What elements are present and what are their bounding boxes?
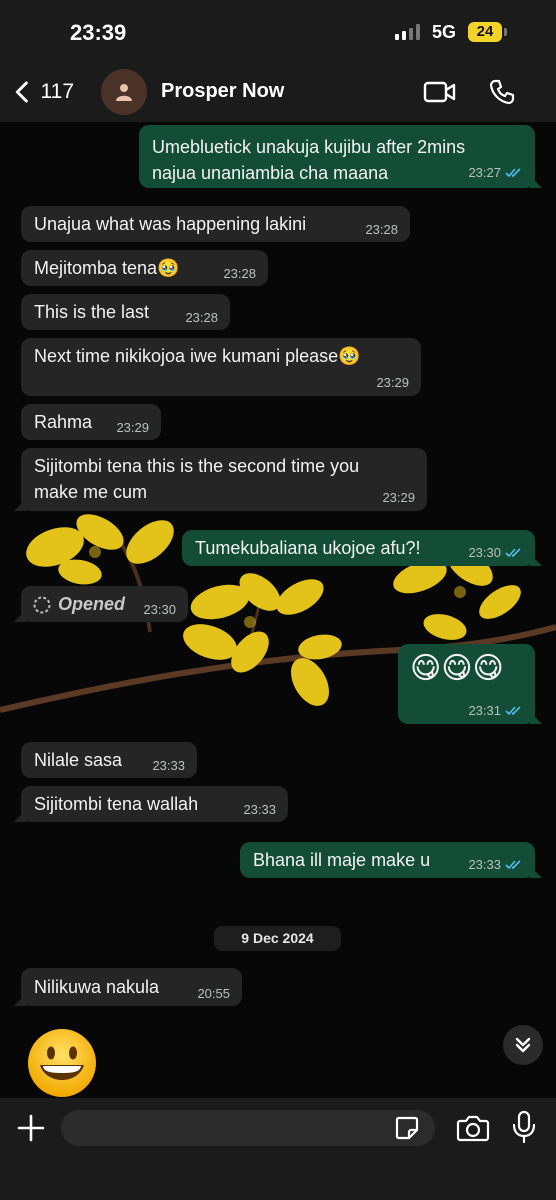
message-bubble-incoming[interactable]: Unajua what was happening lakini 23:28: [21, 206, 410, 242]
back-button[interactable]: 117: [14, 76, 74, 108]
camera-icon[interactable]: [456, 1112, 490, 1144]
message-text: Mejitomba tena🥹: [34, 258, 180, 278]
message-bubble-incoming[interactable]: This is the last 23:28: [21, 294, 230, 330]
date-separator: 9 Dec 2024: [214, 926, 341, 951]
message-text: Sijitombi tena wallah: [34, 794, 199, 814]
message-bubble-incoming[interactable]: Next time nikikojoa iwe kumani please🥹 2…: [21, 338, 421, 396]
message-time: 23:30: [468, 545, 501, 560]
composer-bar: [0, 1098, 556, 1200]
message-bubble-incoming[interactable]: Sijitombi tena this is the second time y…: [14, 448, 427, 511]
message-text: Nilale sasa: [34, 750, 123, 770]
message-text: Bhana ill maje make u: [253, 850, 431, 870]
voice-call-button[interactable]: [484, 75, 520, 109]
message-time: 23:29: [376, 375, 409, 390]
chat-area[interactable]: Umebluetick unakuja kujibu after 2mins n…: [0, 122, 556, 1098]
message-time: 23:33: [152, 758, 185, 773]
message-time: 23:28: [365, 222, 398, 237]
phone-icon: [489, 79, 515, 105]
person-icon: [116, 84, 132, 101]
microphone-icon[interactable]: [510, 1110, 538, 1144]
avatar[interactable]: [101, 69, 147, 115]
chat-header: 117 Prosper Now: [0, 62, 556, 122]
view-once-opened-bubble[interactable]: Opened 23:30: [14, 586, 188, 622]
message-bubble-incoming[interactable]: Nilale sasa 23:33: [21, 742, 197, 778]
battery-tip: [504, 28, 507, 36]
sticker-icon[interactable]: [394, 1115, 420, 1141]
grinning-face-emoji[interactable]: [26, 1027, 98, 1098]
message-bubble-incoming[interactable]: Nilikuwa nakula 20:55: [14, 968, 242, 1006]
message-time: 23:28: [185, 310, 218, 325]
message-time: 20:55: [197, 986, 230, 1001]
clock: 23:39: [70, 20, 127, 45]
video-call-button[interactable]: [422, 75, 458, 109]
message-text: This is the last: [34, 302, 150, 322]
message-line: make me cum: [34, 482, 148, 502]
message-time: 23:33: [468, 857, 501, 872]
message-bubble-outgoing[interactable]: Umebluetick unakuja kujibu after 2mins n…: [139, 125, 542, 188]
scroll-to-bottom-button[interactable]: [503, 1025, 543, 1065]
message-line: Umebluetick unakuja kujibu after 2mins: [152, 137, 466, 157]
message-text: Rahma: [34, 412, 93, 432]
unread-chat-count: 117: [40, 80, 74, 103]
read-ticks-icon: [505, 548, 521, 558]
video-call-icon: [423, 81, 456, 103]
message-bubble-outgoing[interactable]: Bhana ill maje make u 23:33: [240, 842, 542, 878]
chevrons-down-icon: [515, 1037, 531, 1053]
message-bubble-outgoing[interactable]: 😋😋😋 23:31: [398, 644, 542, 724]
message-text: Unajua what was happening lakini: [34, 214, 307, 234]
message-bubble-incoming[interactable]: Mejitomba tena🥹 23:28: [21, 250, 268, 286]
read-ticks-icon: [505, 706, 521, 716]
message-bubble-outgoing[interactable]: Tumekubaliana ukojoe afu?! 23:30: [182, 530, 542, 566]
message-meta: 23:30: [468, 545, 523, 560]
read-ticks-icon: [505, 860, 521, 870]
message-time: 23:33: [243, 802, 276, 817]
message-time: 23:30: [143, 602, 176, 617]
message-text: 😋😋😋: [410, 652, 504, 685]
network-type: 5G: [432, 22, 457, 42]
message-bubble-incoming[interactable]: Rahma 23:29: [21, 404, 161, 440]
signal-icon: [395, 24, 420, 40]
message-time: 23:31: [468, 703, 501, 718]
back-chevron-icon: [15, 81, 28, 103]
message-meta: 23:33: [468, 857, 523, 872]
message-input[interactable]: [61, 1110, 435, 1146]
battery-icon: 24: [468, 22, 502, 42]
message-text: Nilikuwa nakula: [34, 977, 160, 997]
message-bubble-incoming[interactable]: Sijitombi tena wallah 23:33: [14, 786, 288, 822]
message-text: Sijitombi tena this is the second time y…: [34, 453, 359, 505]
plus-icon[interactable]: [15, 1112, 47, 1144]
message-meta: 23:27: [468, 165, 523, 180]
status-bar: 23:39 5G 24: [0, 0, 556, 62]
message-text: Tumekubaliana ukojoe afu?!: [195, 538, 421, 558]
read-ticks-icon: [505, 168, 521, 178]
message-text: Next time nikikojoa iwe kumani please🥹: [34, 346, 361, 366]
opened-label: Opened: [58, 594, 126, 614]
view-once-icon: [33, 596, 51, 614]
message-time: 23:29: [116, 420, 149, 435]
message-line: Sijitombi tena this is the second time y…: [34, 456, 360, 476]
message-time: 23:27: [468, 165, 501, 180]
message-time: 23:28: [223, 266, 256, 281]
contact-name[interactable]: Prosper Now: [161, 80, 284, 103]
message-line: najua unaniambia cha maana: [152, 163, 389, 183]
message-meta: 23:31: [468, 703, 523, 718]
message-text: Umebluetick unakuja kujibu after 2mins n…: [152, 134, 465, 186]
message-time: 23:29: [382, 490, 415, 505]
